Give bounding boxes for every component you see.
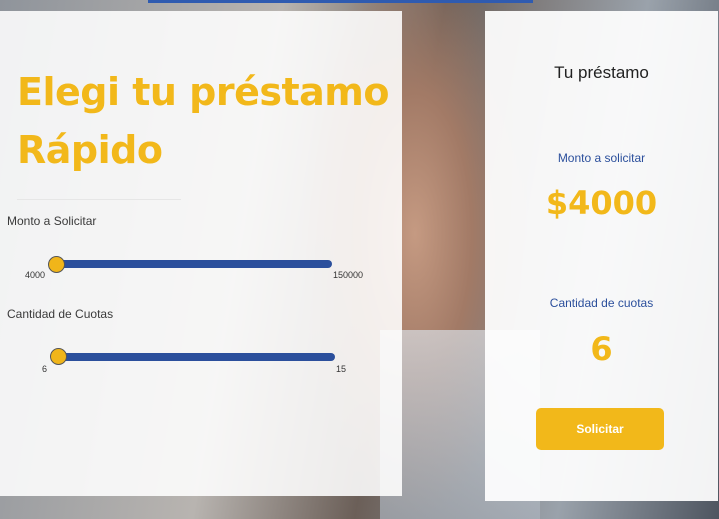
installments-slider-label: Cantidad de Cuotas — [7, 307, 114, 321]
summary-title: Tu préstamo — [554, 63, 649, 82]
summary-amount-value: $4000 — [545, 184, 658, 222]
amount-slider-thumb[interactable] — [48, 256, 65, 273]
top-accent-bar — [148, 0, 533, 3]
amount-slider-min: 4000 — [25, 270, 46, 280]
summary-installments-label: Cantidad de cuotas — [549, 296, 654, 310]
title-line-2: Rápido — [17, 128, 163, 172]
title-line-1: Elegi tu préstamo — [17, 70, 390, 114]
summary-installments-value: 6 — [590, 330, 613, 368]
solicitar-button[interactable]: Solicitar — [536, 408, 664, 450]
title-divider — [17, 199, 181, 200]
installments-slider-track[interactable] — [54, 353, 335, 361]
amount-slider-label: Monto a Solicitar — [7, 214, 97, 228]
summary-amount-label: Monto a solicitar — [557, 151, 646, 165]
installments-slider-thumb[interactable] — [50, 348, 67, 365]
installments-slider-min: 6 — [42, 364, 48, 374]
loan-selector-panel: Elegi tu préstamo Rápido Monto a Solicit… — [0, 11, 402, 496]
loan-summary-panel: Tu préstamo Monto a solicitar $4000 Cant… — [485, 11, 718, 501]
page-title: Elegi tu préstamo Rápido — [17, 63, 390, 179]
installments-slider-max: 15 — [336, 364, 347, 374]
amount-slider-track[interactable] — [52, 260, 332, 268]
amount-slider-max: 150000 — [333, 270, 364, 280]
